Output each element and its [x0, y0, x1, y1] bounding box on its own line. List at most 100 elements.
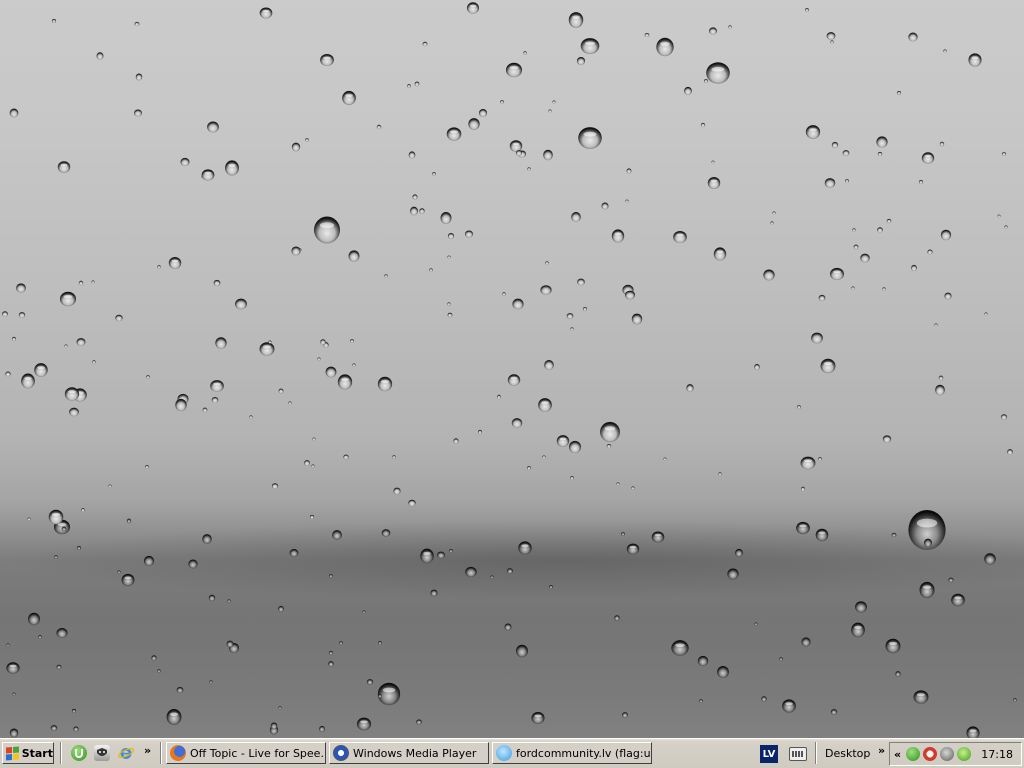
raindrop: [313, 216, 341, 244]
raindrop: [176, 686, 184, 694]
raindrop: [511, 418, 523, 428]
raindrop: [509, 140, 523, 152]
raindrop: [717, 665, 729, 679]
start-button[interactable]: Start: [2, 742, 54, 764]
raindrop: [376, 124, 382, 130]
raindrop: [1000, 414, 1008, 420]
raindrop: [545, 261, 549, 265]
raindrop: [713, 247, 727, 261]
raindrop: [27, 517, 31, 521]
raindrop: [571, 212, 581, 222]
raindrop: [64, 387, 80, 401]
raindrop: [882, 435, 892, 443]
raindrop: [61, 526, 67, 532]
raindrop: [393, 487, 401, 495]
raindrop: [621, 532, 625, 536]
raindrop: [516, 644, 528, 658]
raindrop: [168, 257, 182, 269]
raindrop: [320, 339, 326, 345]
raindrop: [944, 292, 952, 300]
raindrop: [919, 581, 935, 599]
task-button-chat[interactable]: fordcommunity.lv (flag:u...: [492, 742, 652, 764]
raindrop: [824, 178, 836, 188]
keyboard-icon[interactable]: [789, 747, 807, 761]
raindrop: [325, 366, 337, 378]
raindrop: [518, 541, 532, 555]
raindrop: [601, 202, 609, 210]
raindrop: [384, 274, 388, 278]
raindrop: [408, 151, 416, 159]
raindrop: [362, 610, 366, 614]
desktop-toolbar-overflow-chevron[interactable]: »: [878, 743, 885, 759]
desktop-wallpaper: [0, 0, 1024, 738]
raindrop: [134, 21, 140, 27]
gadget-icon[interactable]: [94, 745, 110, 761]
raindrop: [208, 594, 216, 602]
raindrop: [515, 150, 523, 156]
tray-expand-chevron[interactable]: «: [894, 748, 901, 761]
windows-media-player-icon: [333, 745, 349, 761]
media-tray-icon[interactable]: [940, 747, 955, 761]
antivirus-tray-icon[interactable]: [957, 747, 972, 761]
raindrop: [278, 388, 284, 394]
raindrop: [478, 108, 488, 118]
network-alert-tray-icon[interactable]: [923, 747, 938, 761]
utorrent-icon[interactable]: [71, 745, 87, 761]
raindrop: [855, 601, 867, 613]
clock[interactable]: 17:18: [981, 748, 1013, 761]
raindrop: [207, 121, 219, 133]
raindrop: [800, 456, 816, 470]
raindrop: [885, 638, 901, 654]
raindrop: [447, 232, 455, 240]
raindrop: [329, 574, 333, 578]
raindrop: [549, 585, 553, 589]
raindrop: [377, 376, 393, 392]
raindrop: [763, 269, 775, 281]
raindrop: [552, 100, 556, 104]
raindrop: [278, 605, 284, 613]
raindrop: [5, 371, 11, 377]
raindrop: [505, 62, 523, 78]
raindrop: [805, 125, 821, 139]
raindrop: [134, 109, 142, 117]
raindrop: [577, 278, 585, 286]
raindrop: [569, 440, 581, 454]
raindrop: [414, 81, 420, 87]
raindrop: [684, 86, 692, 96]
task-button-windows-media-player[interactable]: Windows Media Player: [329, 742, 489, 764]
raindrop: [54, 555, 58, 559]
raindrop: [408, 499, 416, 507]
language-indicator[interactable]: LV: [760, 745, 778, 763]
start-label: Start: [21, 746, 53, 760]
raindrop: [796, 521, 810, 535]
raindrop: [815, 528, 829, 542]
quick-launch-overflow-chevron[interactable]: »: [144, 743, 151, 759]
raindrop: [631, 313, 643, 325]
raindrop: [626, 168, 632, 174]
raindrop: [548, 109, 552, 113]
raindrop: [624, 290, 636, 300]
raindrop: [948, 577, 954, 583]
windows-logo-icon: [6, 746, 19, 760]
raindrop: [704, 79, 708, 83]
raindrop: [378, 694, 382, 698]
raindrop: [378, 641, 382, 645]
desktop-toolbar-label[interactable]: Desktop: [825, 742, 870, 766]
raindrop: [64, 344, 68, 348]
raindrop: [312, 437, 316, 441]
raindrop: [215, 337, 227, 349]
raindrop: [842, 150, 850, 156]
internet-explorer-icon[interactable]: [118, 745, 134, 761]
raindrop: [146, 375, 150, 379]
raindrop: [249, 415, 253, 419]
raindrop: [600, 421, 620, 443]
task-button-firefox[interactable]: Off Topic - Live for Spee...: [166, 742, 326, 764]
raindrop: [754, 622, 758, 626]
taskbar-separator: [160, 742, 162, 764]
raindrop: [464, 230, 474, 238]
raindrop: [700, 122, 706, 128]
raindrop: [1007, 449, 1013, 455]
utorrent-tray-icon[interactable]: [906, 747, 921, 761]
raindrop: [851, 286, 855, 290]
raindrop: [343, 454, 349, 460]
